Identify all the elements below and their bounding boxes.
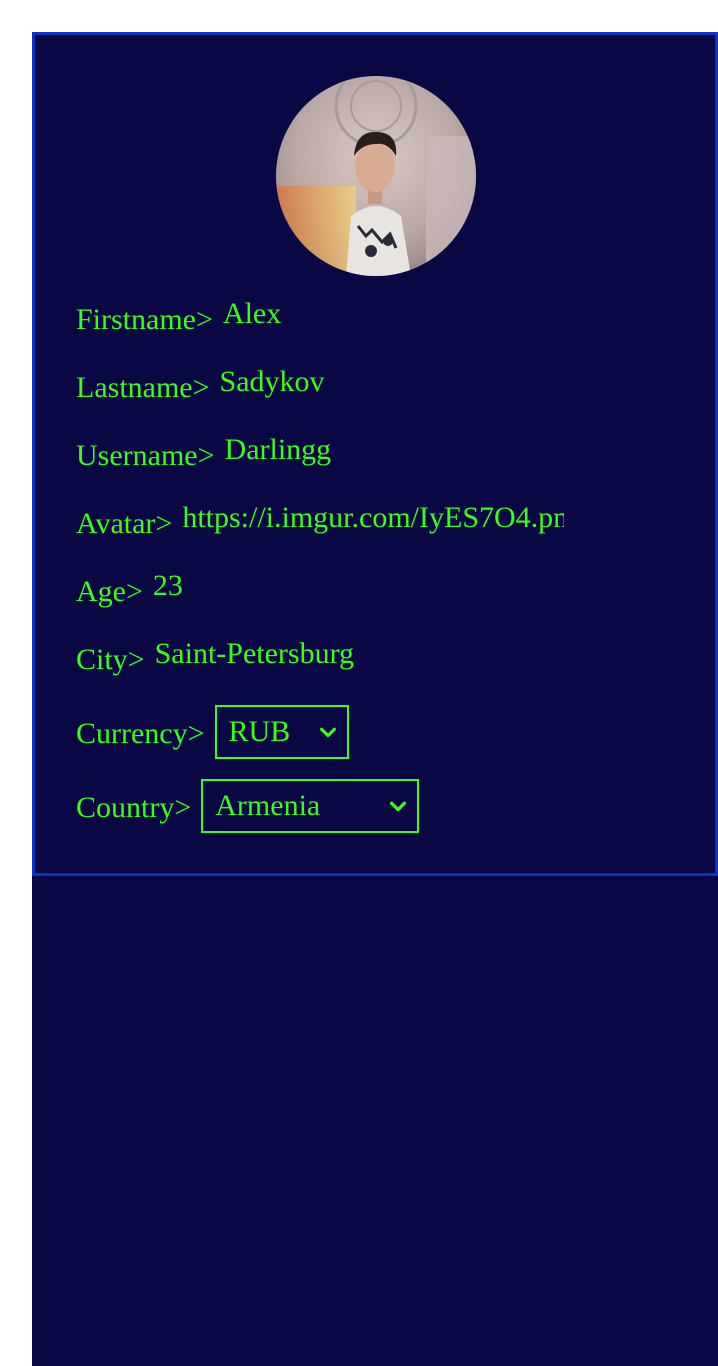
chevron-down-icon bbox=[390, 801, 407, 812]
page-background: Firstname> Alex Lastname> Sadykov Userna… bbox=[32, 32, 718, 1366]
chevron-down-icon bbox=[319, 727, 336, 738]
username-label: Username> bbox=[76, 439, 215, 472]
country-select[interactable]: Armenia bbox=[201, 779, 420, 833]
avatar-url-label: Avatar> bbox=[76, 507, 173, 540]
avatar-photo-icon bbox=[276, 76, 476, 276]
firstname-row: Firstname> Alex bbox=[76, 297, 281, 337]
city-field[interactable]: Saint-Petersburg bbox=[155, 637, 354, 671]
country-label: Country> bbox=[76, 791, 192, 824]
currency-row: Currency> RUB bbox=[76, 705, 349, 759]
age-field[interactable]: 23 bbox=[153, 569, 183, 603]
currency-label: Currency> bbox=[76, 717, 205, 750]
age-row: Age> 23 bbox=[76, 569, 183, 609]
avatar-url-field[interactable]: https://i.imgur.com/IyES7O4.png bbox=[182, 501, 564, 535]
city-label: City> bbox=[76, 643, 145, 676]
country-row: Country> Armenia bbox=[76, 779, 420, 833]
firstname-label: Firstname> bbox=[76, 303, 213, 336]
age-label: Age> bbox=[76, 575, 143, 608]
username-row: Username> Darlingg bbox=[76, 433, 331, 473]
username-field[interactable]: Darlingg bbox=[225, 433, 332, 467]
profile-card: Firstname> Alex Lastname> Sadykov Userna… bbox=[32, 32, 718, 876]
avatar-url-row: Avatar> https://i.imgur.com/IyES7O4.png bbox=[76, 501, 564, 541]
lastname-field[interactable]: Sadykov bbox=[220, 365, 325, 399]
currency-select[interactable]: RUB bbox=[214, 705, 349, 759]
avatar bbox=[276, 76, 476, 276]
country-selected-value: Armenia bbox=[215, 789, 321, 822]
firstname-field[interactable]: Alex bbox=[223, 297, 281, 331]
currency-selected-value: RUB bbox=[228, 715, 291, 748]
lastname-row: Lastname> Sadykov bbox=[76, 365, 325, 405]
lastname-label: Lastname> bbox=[76, 371, 210, 404]
city-row: City> Saint-Petersburg bbox=[76, 637, 354, 677]
